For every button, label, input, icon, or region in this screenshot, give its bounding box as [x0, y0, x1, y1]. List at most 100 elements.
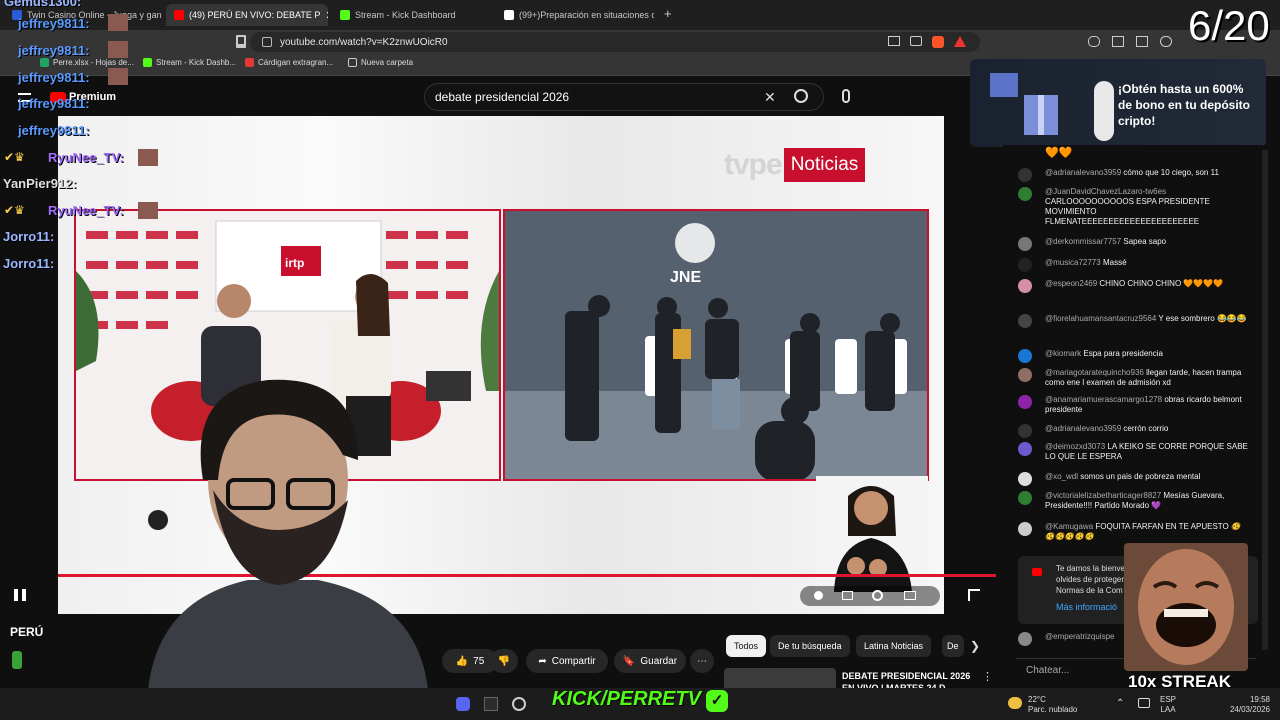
share-icon[interactable]: [910, 36, 922, 46]
channel-avatar[interactable]: [12, 651, 22, 669]
notice-more-info-link[interactable]: Más informació: [1056, 602, 1117, 612]
dislike-button[interactable]: 👎: [490, 649, 518, 673]
avatar: [1018, 237, 1032, 251]
chat-author: @JuanDavidChavezLazaro-tw6es: [1045, 187, 1167, 196]
verified-check-icon: ✓: [706, 690, 728, 712]
chat-text: cómo que 10 ciego, son 11: [1123, 168, 1219, 177]
chat-author: @emperatrizquispe: [1045, 632, 1115, 641]
chat-author: @deimozxd3073: [1045, 442, 1106, 451]
chip-latina-noticias[interactable]: Latina Noticias: [856, 635, 932, 657]
cast-icon[interactable]: [888, 36, 900, 46]
chevron-right-icon[interactable]: ❯: [970, 639, 980, 653]
new-tab-icon[interactable]: +: [664, 6, 672, 21]
extensions-area: [1088, 36, 1172, 47]
discord-icon[interactable]: [456, 697, 470, 711]
clock[interactable]: 19:58 24/03/2026: [1228, 695, 1270, 715]
weather-desc: Parc. nublado: [1028, 705, 1078, 714]
subtitles-icon[interactable]: [842, 591, 853, 600]
overlay-emote-stack: [108, 14, 128, 92]
overlay-chat-name: jeffrey9811:: [18, 96, 90, 111]
share-button[interactable]: ➦ Compartir: [526, 649, 608, 673]
rewards-icon[interactable]: [954, 36, 966, 47]
app-icon[interactable]: [512, 697, 526, 711]
avatar: [1018, 442, 1032, 456]
avatar: [1018, 395, 1032, 409]
chat-message: @victorialelizabetharticager8827 Mesías …: [1018, 491, 1248, 511]
chip-todos[interactable]: Todos: [726, 635, 767, 657]
more-actions-button[interactable]: ⋯: [690, 649, 714, 673]
chat-author: @adrianalevano3959: [1045, 424, 1122, 433]
bookmark-cardigan[interactable]: Cárdigan extragran...: [245, 58, 333, 67]
weather-widget[interactable]: 22°C Parc. nublado: [1028, 695, 1077, 715]
folder-icon: [348, 58, 357, 67]
related-video-title[interactable]: DEBATE PRESIDENCIAL 2026 EN VIVO | MARTE…: [842, 670, 972, 690]
obs-icon[interactable]: [484, 697, 498, 711]
overlay-chat-name: RyuNee_TV:: [48, 150, 124, 165]
autoplay-toggle-icon[interactable]: [814, 591, 823, 600]
settings-gear-icon[interactable]: [872, 590, 883, 601]
chat-author: @adrianalevano3959: [1045, 168, 1122, 177]
microphone-icon[interactable]: [842, 89, 850, 103]
address-bar[interactable]: youtube.com/watch?v=K2znwUOicR0: [250, 32, 980, 52]
clear-search-icon[interactable]: ✕: [764, 89, 776, 106]
youtube-small-icon: [1032, 568, 1042, 576]
overlay-chat-name: Gemus1300:: [4, 0, 82, 9]
kick-favicon-icon: [340, 10, 350, 20]
bookmark-kick[interactable]: Stream - Kick Dashb...: [143, 58, 236, 67]
overlay-emote: [138, 149, 158, 166]
browser-tab-tiktok[interactable]: (99+)Preparación en situaciones crit: [496, 4, 654, 26]
chip-de[interactable]: De: [942, 635, 964, 657]
chat-text: Y ese sombrero 😂😂😂: [1158, 314, 1247, 323]
chat-message: @adrianalevano3959 cómo que 10 ciego, so…: [1018, 168, 1248, 182]
site-info-icon[interactable]: [262, 37, 272, 47]
language-indicator[interactable]: ESP LAA: [1160, 695, 1176, 715]
chat-author: @mariagotaratequincho936: [1045, 368, 1144, 377]
clock-time: 19:58: [1249, 695, 1270, 704]
miniplayer-icon[interactable]: [904, 591, 916, 600]
chat-message: @fiorelahuamansantacruz9564 Y ese sombre…: [1018, 314, 1248, 328]
noticias-label: Noticias: [783, 148, 866, 182]
pause-icon[interactable]: [14, 589, 26, 601]
bookmark-page-icon[interactable]: [236, 35, 246, 48]
avatar: [1018, 258, 1032, 272]
crypto-bonus-promo[interactable]: ¡Obtén hasta un 600% de bono en tu depós…: [970, 59, 1266, 147]
chat-message: @JuanDavidChavezLazaro-tw6es CARLOOOOOOOO…: [1018, 187, 1248, 227]
streamer-illustration: [148, 379, 428, 690]
media-icon[interactable]: [1160, 36, 1172, 47]
store-icon: [245, 58, 254, 67]
tray-chevron-icon[interactable]: ⌃: [1116, 698, 1124, 709]
close-tab-icon[interactable]: ✕: [325, 9, 328, 22]
puzzle-icon[interactable]: [1112, 36, 1124, 47]
bookmark-label: Nueva carpeta: [361, 58, 414, 67]
chat-author: @derkommissar7757: [1045, 237, 1122, 246]
player-controls-group: [800, 586, 940, 606]
chat-text: Massé: [1102, 258, 1127, 267]
streamer-webcam: [118, 360, 448, 690]
overlay-chat-name: Jorro11:: [3, 256, 55, 271]
related-video-thumbnail[interactable]: [724, 668, 836, 690]
notice-line: olvides de proteger: [1056, 575, 1125, 584]
chat-message: @anamariamuerascamargo1278 obras ricardo…: [1018, 395, 1248, 415]
chat-author: @fiorelahuamansantacruz9564: [1045, 314, 1157, 323]
extension-icon[interactable]: [1088, 36, 1100, 47]
network-icon[interactable]: [1138, 698, 1150, 708]
brave-shield-icon[interactable]: [932, 36, 944, 48]
fullscreen-icon[interactable]: [968, 589, 980, 601]
chat-scrollbar[interactable]: [1262, 150, 1268, 650]
bookmark-folder[interactable]: Nueva carpeta: [348, 58, 413, 67]
lang-layout: LAA: [1160, 705, 1176, 714]
browser-tab-youtube[interactable]: (49) PERÚ EN VIVO: DEBATE P ✕: [166, 4, 328, 26]
save-button[interactable]: 🔖 Guardar: [614, 649, 686, 673]
related-more-icon[interactable]: ⋮: [982, 670, 993, 683]
search-icon[interactable]: [794, 89, 808, 103]
chat-author: @victorialelizabetharticager8827: [1045, 491, 1162, 500]
sidebar-icon[interactable]: [1136, 36, 1148, 47]
tab-label: (99+)Preparación en situaciones crit: [519, 10, 654, 20]
chip-de-tu-busqueda[interactable]: De tu búsqueda: [770, 635, 850, 657]
browser-tab-kick[interactable]: Stream - Kick Dashboard: [332, 4, 492, 26]
gift-boxes-icon: [990, 73, 1058, 135]
tiktok-favicon-icon: [504, 10, 514, 20]
chat-message: @derkommissar7757 Sapea sapo: [1018, 237, 1248, 251]
avatar: [1018, 168, 1032, 182]
thumbs-up-icon: 👍: [455, 655, 469, 667]
